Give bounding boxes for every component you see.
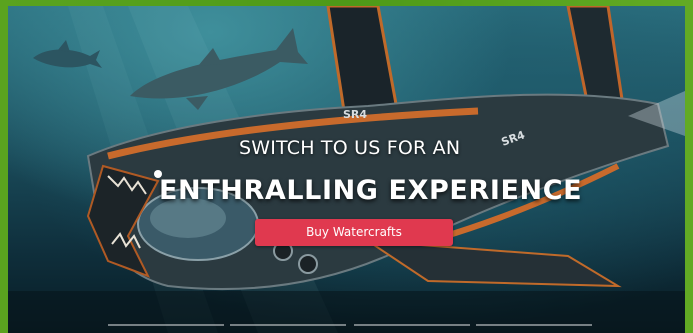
hero-banner: SR4 SR4 SWITCH TO US FOR AN ENTHRALLING …: [8, 6, 685, 333]
hero-subheading: SWITCH TO US FOR AN: [239, 137, 461, 159]
hero-text-block: SWITCH TO US FOR AN ENTHRALLING EXPERIEN…: [8, 6, 685, 333]
slide-indicator-3[interactable]: [354, 324, 470, 326]
buy-watercrafts-button[interactable]: Buy Watercrafts: [255, 219, 453, 246]
slide-indicator-4[interactable]: [476, 324, 592, 326]
slide-indicator-2[interactable]: [230, 324, 346, 326]
slide-indicator-1[interactable]: [108, 324, 224, 326]
slide-indicators: [108, 324, 592, 327]
hero-headline: ENTHRALLING EXPERIENCE: [159, 175, 583, 206]
